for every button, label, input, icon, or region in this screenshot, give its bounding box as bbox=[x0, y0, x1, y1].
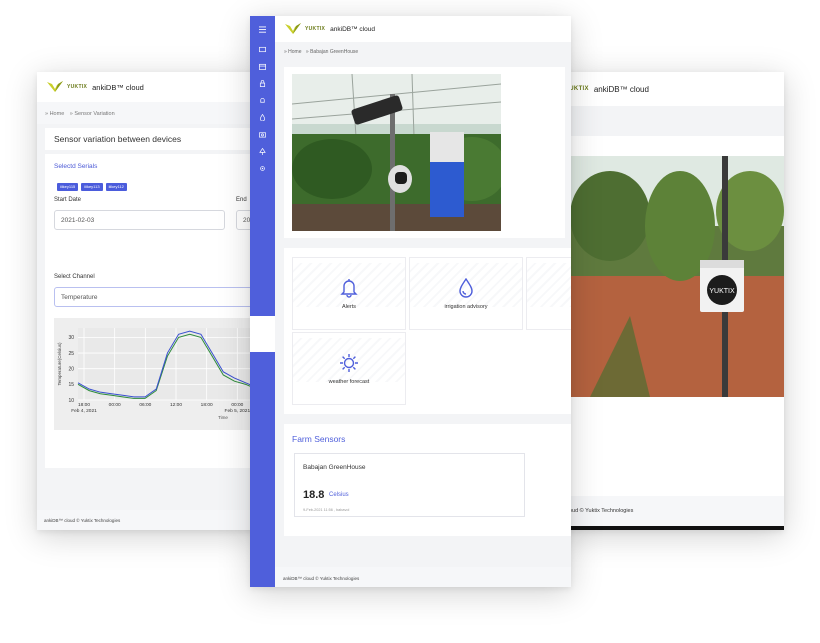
breadcrumb-home[interactable]: » Home bbox=[284, 49, 302, 55]
tile-alerts[interactable]: Alerts bbox=[292, 257, 406, 330]
sensor-timestamp: 9-Feb-2021 11:56 , babavol bbox=[303, 508, 350, 512]
sun-icon bbox=[340, 354, 358, 372]
tile-irrigation-advisory[interactable]: irrigation advisory bbox=[409, 257, 523, 330]
breadcrumb: » Home » Babajan GreenHouse bbox=[284, 49, 358, 55]
sensor-value: 18.8 bbox=[303, 489, 325, 501]
right-topbar: YUKTIX ankiDB™ cloud bbox=[555, 72, 784, 106]
serial-chip[interactable]: iiikey112 bbox=[105, 182, 127, 191]
y-tick-label: 25 bbox=[68, 351, 74, 357]
x-tick-label: 18:00 bbox=[78, 402, 90, 408]
footer-text: cloud © Yuktix Technologies bbox=[565, 508, 634, 514]
center-main: YUKTIX ankiDB™ cloud » Home » Babajan Gr… bbox=[275, 16, 571, 587]
x-tick-sublabel: Feb 5, 2021 bbox=[225, 408, 251, 414]
channel-value: Temperature bbox=[61, 293, 98, 301]
tile-weather-forecast[interactable]: weather forecast bbox=[292, 332, 406, 405]
sidebar-gap bbox=[250, 316, 275, 352]
x-tick-label: 18:00 bbox=[201, 402, 213, 408]
greenhouse-window: YUKTIX ankiDB™ cloud » Home » Babajan Gr… bbox=[250, 16, 571, 587]
gear-icon[interactable] bbox=[258, 164, 267, 173]
tile-label: weather forecast bbox=[328, 379, 370, 385]
sensor-variation-window: YUKTIX ankiDB™ cloud » Home » Sensor Var… bbox=[37, 72, 273, 530]
sensor-name: Babajan GreenHouse bbox=[303, 464, 366, 471]
filter-panel: Selectd Serials iiikey115 iiikey113 iiikey… bbox=[45, 154, 273, 468]
app-title: ankiDB™ cloud bbox=[593, 84, 649, 94]
menu-icon[interactable] bbox=[258, 25, 267, 34]
yuktix-logo-icon[interactable] bbox=[284, 22, 302, 36]
tile-label: Alerts bbox=[341, 304, 357, 310]
sensor-card[interactable]: Babajan GreenHouse 18.8 Celsius 9-Feb-20… bbox=[294, 453, 525, 517]
device-window: YUKTIX ankiDB™ cloud B C C YUKTIX cloud … bbox=[555, 72, 784, 530]
start-date-label: Start Date bbox=[54, 197, 82, 203]
content-area: Sensor variation between devices Selectd… bbox=[37, 124, 273, 510]
footer: cloud © Yuktix Technologies bbox=[555, 496, 784, 530]
temperature-line-chart: 1015202530Temperature(Celsius)18:00Feb 4… bbox=[57, 328, 273, 420]
device-photo: YUKTIX bbox=[570, 156, 784, 397]
y-tick-label: 10 bbox=[68, 398, 74, 404]
tiles-panel: Alerts irrigation advisory weather forec… bbox=[284, 248, 571, 414]
app-title: ankiDB™ cloud bbox=[92, 82, 144, 92]
bell-icon bbox=[340, 279, 358, 298]
sensor-chart: 10 15 20 25 30 Temperature(Celsius) 18:00 Feb 4… bbox=[54, 318, 273, 430]
footer-text: ankiDB™ cloud © Yuktix Technologies bbox=[283, 576, 360, 581]
start-date-value: 2021-02-03 bbox=[61, 216, 95, 224]
channel-label: Select Channel bbox=[54, 274, 95, 280]
lock-icon[interactable] bbox=[258, 79, 267, 88]
breadcrumb-current: » Sensor Variation bbox=[69, 111, 115, 117]
greenhouse-photo bbox=[292, 74, 501, 231]
y-tick-label: 20 bbox=[68, 366, 74, 372]
sensor-unit: Celsius bbox=[329, 492, 349, 498]
breadcrumb-home[interactable]: » Home bbox=[45, 111, 64, 117]
sidebar bbox=[250, 16, 275, 587]
app-title: ankiDB™ cloud bbox=[330, 25, 375, 33]
panel-header: Sensor variation between devices bbox=[45, 128, 273, 150]
end-date-label: End bbox=[236, 197, 247, 203]
selected-serials-label: Selectd Serials bbox=[54, 163, 98, 170]
x-tick-label: 00:00 bbox=[109, 402, 121, 408]
left-topbar: YUKTIX ankiDB™ cloud bbox=[37, 72, 273, 102]
y-tick-label: 30 bbox=[68, 335, 74, 341]
footer: ankiDB™ cloud © Yuktix Technologies bbox=[37, 510, 273, 530]
farm-sensors-panel: Farm Sensors Babajan GreenHouse 18.8 Cel… bbox=[284, 424, 571, 536]
x-tick-label: 06:00 bbox=[139, 402, 151, 408]
x-tick-sublabel: Feb 4, 2021 bbox=[71, 408, 97, 414]
chip-group: iiikey115 iiikey113 iiikey112 bbox=[57, 175, 130, 193]
tile-pattern bbox=[527, 263, 571, 307]
tree-icon[interactable] bbox=[258, 147, 267, 156]
channel-select[interactable]: Temperature bbox=[54, 287, 273, 307]
footer-bar bbox=[555, 526, 784, 530]
footer: ankiDB™ cloud © Yuktix Technologies bbox=[275, 567, 571, 587]
y-tick-label: 15 bbox=[68, 382, 74, 388]
farm-sensors-title: Farm Sensors bbox=[292, 434, 346, 444]
breadcrumb-current: » Babajan GreenHouse bbox=[305, 49, 359, 55]
brand-text: YUKTIX bbox=[305, 26, 326, 32]
tile-partial[interactable] bbox=[526, 257, 571, 330]
field-photo-illustration: YUKTIX bbox=[570, 156, 784, 397]
water-drop-icon bbox=[459, 278, 473, 298]
center-topbar: YUKTIX ankiDB™ cloud bbox=[275, 16, 571, 42]
x-tick-label: 00:00 bbox=[231, 402, 243, 408]
yuktix-logo-icon[interactable] bbox=[46, 80, 64, 94]
photo-panel bbox=[284, 67, 565, 238]
greenhouse-photo-illustration bbox=[292, 74, 501, 231]
x-tick-label: 12:00 bbox=[170, 402, 182, 408]
plot-area bbox=[78, 328, 268, 400]
drop-icon[interactable] bbox=[258, 113, 267, 122]
camera-icon[interactable] bbox=[258, 130, 267, 139]
start-date-input[interactable]: 2021-02-03 bbox=[54, 210, 225, 230]
breadcrumb: » Home » Sensor Variation bbox=[37, 102, 273, 124]
serial-chip[interactable]: iiikey113 bbox=[81, 182, 103, 191]
y-axis-label: Temperature(Celsius) bbox=[57, 342, 62, 386]
x-axis-label: Time bbox=[218, 415, 228, 420]
page-title: Sensor variation between devices bbox=[54, 134, 182, 144]
calendar-icon[interactable] bbox=[258, 62, 267, 71]
inbox-icon[interactable] bbox=[258, 45, 267, 54]
bell-icon[interactable] bbox=[258, 96, 267, 105]
footer-text: ankiDB™ cloud © Yuktix Technologies bbox=[44, 518, 121, 523]
device-label-text: YUKTIX bbox=[709, 288, 735, 295]
serial-chip[interactable]: iiikey115 bbox=[57, 182, 79, 191]
right-breadcrumb-bar bbox=[555, 106, 784, 136]
brand-text: YUKTIX bbox=[67, 84, 88, 90]
tile-label: irrigation advisory bbox=[444, 304, 488, 310]
